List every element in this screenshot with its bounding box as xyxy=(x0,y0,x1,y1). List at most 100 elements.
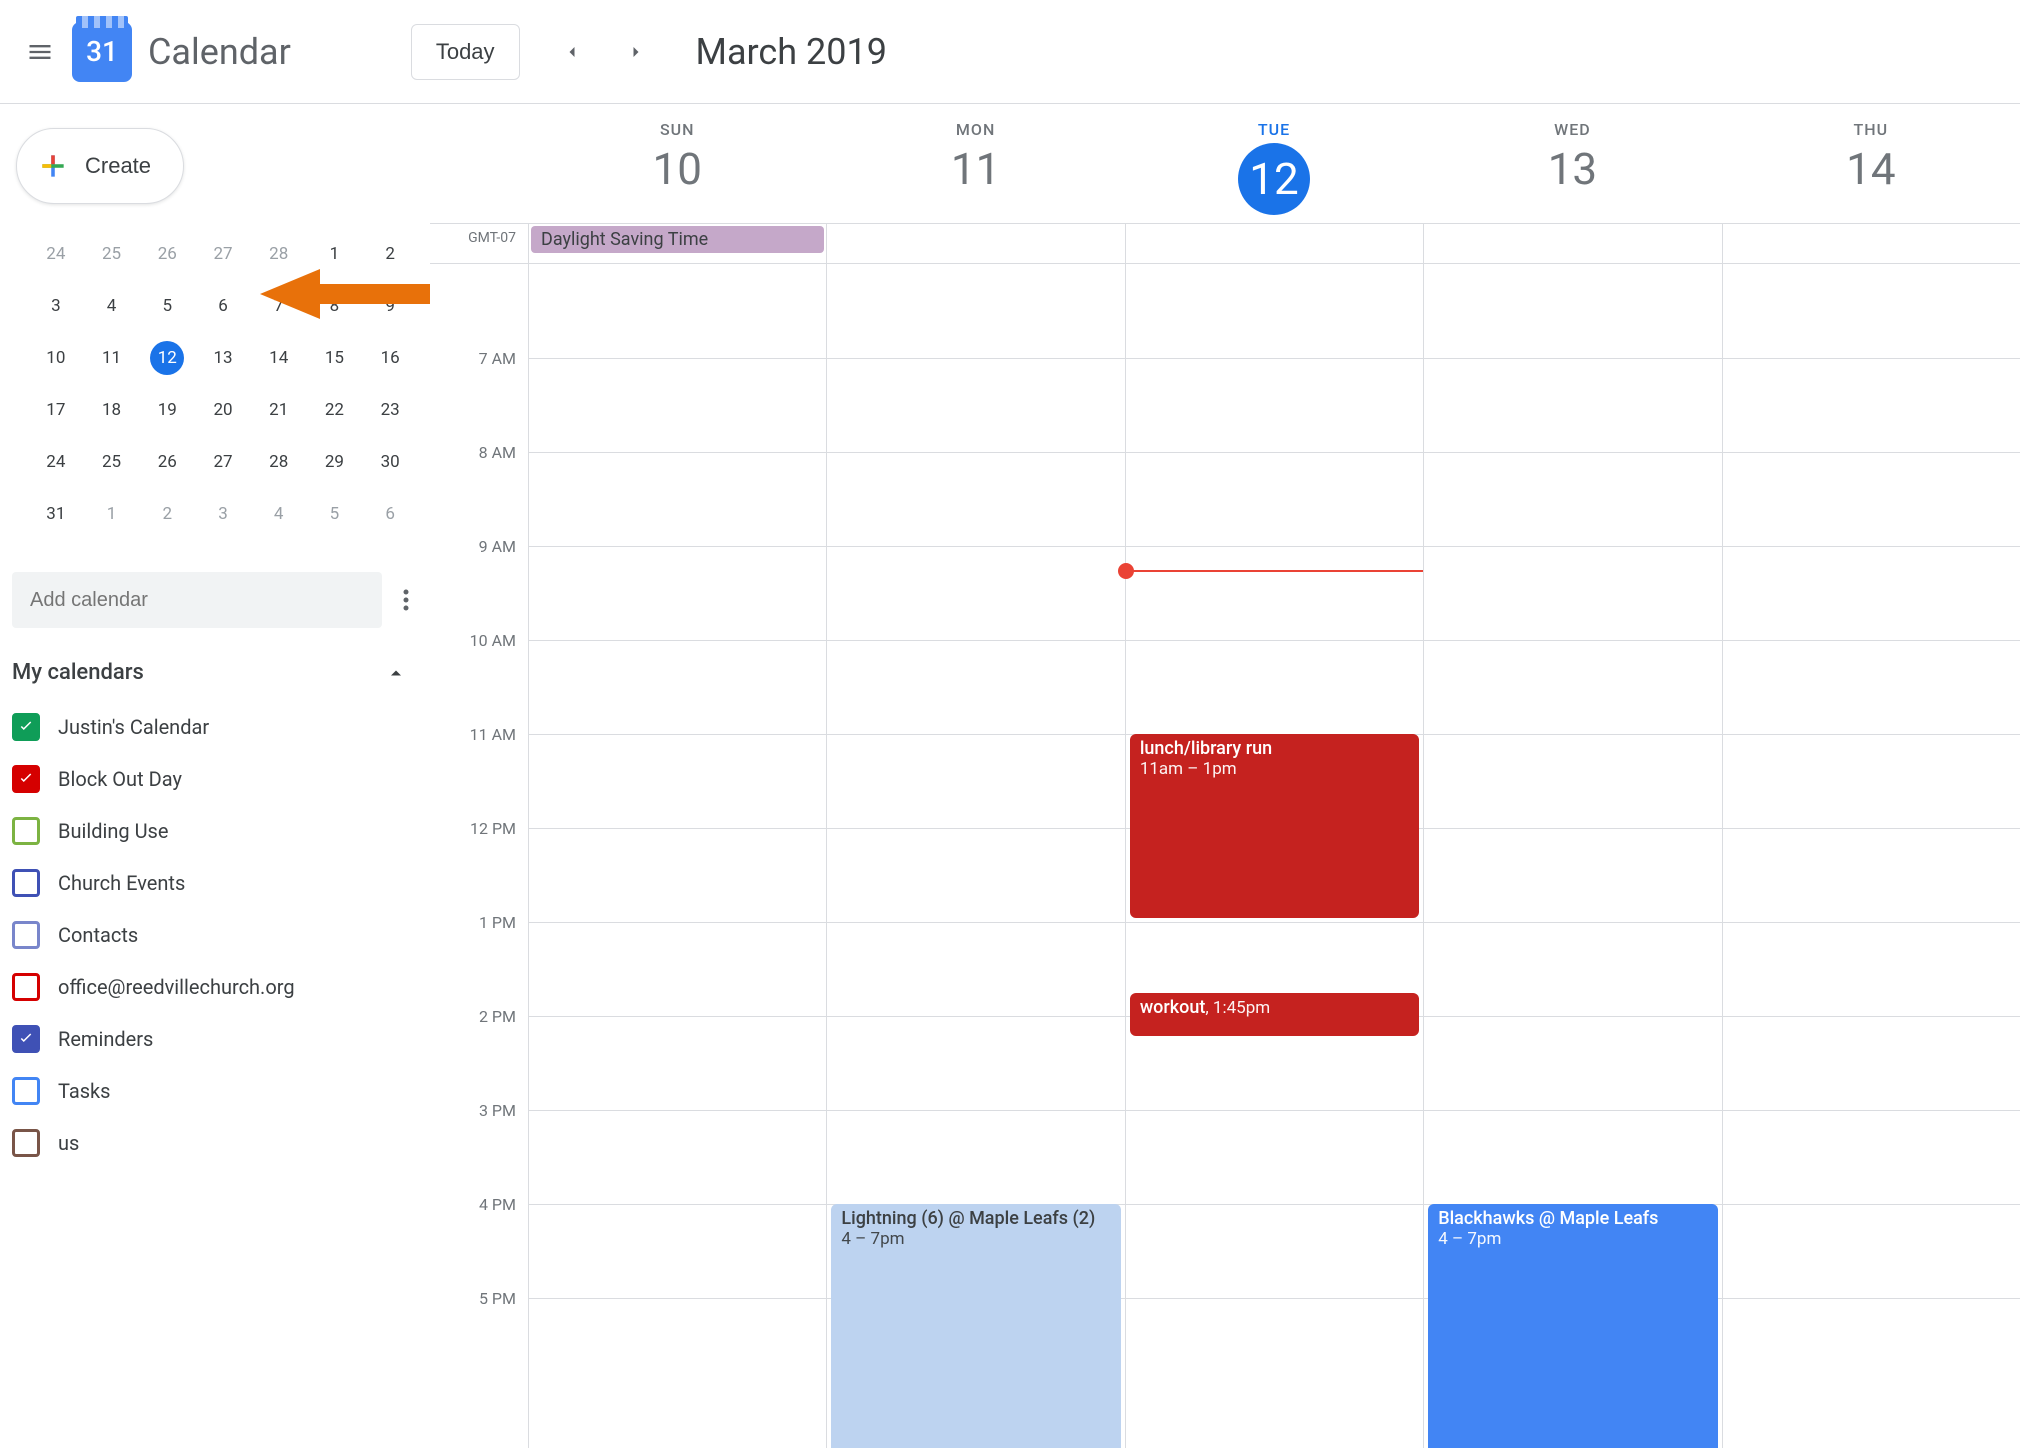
mini-cal-day[interactable]: 27 xyxy=(195,228,251,280)
calendar-checkbox[interactable] xyxy=(12,765,40,793)
mini-cal-day[interactable]: 29 xyxy=(307,436,363,488)
mini-cal-day[interactable]: 17 xyxy=(28,384,84,436)
day-of-week-label: TUE xyxy=(1125,120,1423,139)
day-column-header[interactable]: MON11 xyxy=(826,104,1124,223)
mini-cal-day[interactable]: 28 xyxy=(251,228,307,280)
mini-cal-day[interactable]: 27 xyxy=(195,436,251,488)
mini-cal-day[interactable]: 31 xyxy=(28,488,84,540)
mini-cal-day[interactable]: 12 xyxy=(139,332,195,384)
mini-cal-day[interactable]: 26 xyxy=(139,228,195,280)
mini-cal-day[interactable]: 25 xyxy=(84,436,140,488)
mini-cal-day[interactable]: 1 xyxy=(307,228,363,280)
calendar-checkbox[interactable] xyxy=(12,1077,40,1105)
calendar-label: Reminders xyxy=(58,1027,153,1051)
mini-cal-day[interactable]: 20 xyxy=(195,384,251,436)
today-button[interactable]: Today xyxy=(411,24,520,80)
mini-calendar[interactable]: 2425262728123456789101112131415161718192… xyxy=(28,228,418,540)
allday-cell[interactable] xyxy=(1125,224,1423,263)
hour-gridline xyxy=(1126,922,1423,923)
mini-cal-day[interactable]: 4 xyxy=(84,280,140,332)
add-calendar-input[interactable] xyxy=(12,572,382,628)
calendar-list-item[interactable]: Contacts xyxy=(8,909,430,961)
mini-cal-day[interactable]: 30 xyxy=(362,436,418,488)
mini-cal-day[interactable]: 3 xyxy=(195,488,251,540)
mini-cal-day[interactable]: 18 xyxy=(84,384,140,436)
allday-cell[interactable] xyxy=(1722,224,2020,263)
hour-gridline xyxy=(1126,546,1423,547)
hour-gridline xyxy=(827,734,1124,735)
mini-cal-day[interactable]: 21 xyxy=(251,384,307,436)
calendar-event[interactable]: workout, 1:45pm xyxy=(1130,993,1419,1036)
calendar-event[interactable]: lunch/library run11am – 1pm xyxy=(1130,734,1419,918)
mini-cal-day[interactable]: 6 xyxy=(195,280,251,332)
day-column-header[interactable]: TUE12 xyxy=(1125,104,1423,223)
hour-gridline xyxy=(1126,640,1423,641)
mini-cal-day[interactable]: 15 xyxy=(307,332,363,384)
my-calendars-toggle[interactable]: My calendars xyxy=(8,652,430,693)
mini-cal-day[interactable]: 6 xyxy=(362,488,418,540)
mini-cal-day[interactable]: 13 xyxy=(195,332,251,384)
next-week-button[interactable] xyxy=(608,24,664,80)
calendar-checkbox[interactable] xyxy=(12,1025,40,1053)
add-calendar-overflow-button[interactable] xyxy=(382,588,430,612)
menu-button[interactable] xyxy=(16,28,64,76)
grid-day-column[interactable] xyxy=(528,264,826,1448)
calendar-list-item[interactable]: us xyxy=(8,1117,430,1169)
mini-cal-day[interactable]: 9 xyxy=(362,280,418,332)
allday-event[interactable]: Daylight Saving Time xyxy=(531,226,824,253)
calendar-label: us xyxy=(58,1131,79,1155)
mini-cal-day[interactable]: 7 xyxy=(251,280,307,332)
mini-cal-day[interactable]: 2 xyxy=(139,488,195,540)
calendar-list-item[interactable]: Church Events xyxy=(8,857,430,909)
prev-week-button[interactable] xyxy=(544,24,600,80)
grid-day-column[interactable] xyxy=(1722,264,2020,1448)
mini-cal-day[interactable]: 19 xyxy=(139,384,195,436)
calendar-list-item[interactable]: Building Use xyxy=(8,805,430,857)
grid-day-column[interactable]: lunch/library run11am – 1pm workout, 1:45… xyxy=(1125,264,1423,1448)
mini-cal-day[interactable]: 11 xyxy=(84,332,140,384)
calendar-checkbox[interactable] xyxy=(12,921,40,949)
mini-cal-day[interactable]: 24 xyxy=(28,436,84,488)
mini-cal-day[interactable]: 22 xyxy=(307,384,363,436)
day-column-header[interactable]: THU14 xyxy=(1722,104,2020,223)
day-column-header[interactable]: WED13 xyxy=(1423,104,1721,223)
mini-cal-day[interactable]: 5 xyxy=(139,280,195,332)
mini-cal-day[interactable]: 28 xyxy=(251,436,307,488)
hour-gridline xyxy=(529,734,826,735)
hour-label: 4 PM xyxy=(430,1195,528,1289)
mini-cal-day[interactable]: 14 xyxy=(251,332,307,384)
grid-day-column[interactable]: Blackhawks @ Maple Leafs4 – 7pm xyxy=(1423,264,1721,1448)
calendar-list-item[interactable]: Block Out Day xyxy=(8,753,430,805)
allday-cell[interactable] xyxy=(1423,224,1721,263)
mini-cal-day[interactable]: 26 xyxy=(139,436,195,488)
mini-cal-day[interactable]: 16 xyxy=(362,332,418,384)
calendar-checkbox[interactable] xyxy=(12,817,40,845)
mini-cal-day[interactable]: 5 xyxy=(307,488,363,540)
mini-cal-day[interactable]: 25 xyxy=(84,228,140,280)
calendar-list-item[interactable]: Justin's Calendar xyxy=(8,701,430,753)
mini-cal-day[interactable]: 24 xyxy=(28,228,84,280)
mini-cal-day[interactable]: 23 xyxy=(362,384,418,436)
calendar-list-item[interactable]: office@reedvillechurch.org xyxy=(8,961,430,1013)
hour-gridline xyxy=(1723,1204,2020,1205)
mini-cal-day[interactable]: 4 xyxy=(251,488,307,540)
allday-cell[interactable] xyxy=(826,224,1124,263)
calendar-checkbox[interactable] xyxy=(12,869,40,897)
calendar-list-item[interactable]: Reminders xyxy=(8,1013,430,1065)
mini-cal-day[interactable]: 2 xyxy=(362,228,418,280)
calendar-list-item[interactable]: Tasks xyxy=(8,1065,430,1117)
mini-cal-day[interactable]: 10 xyxy=(28,332,84,384)
mini-cal-day[interactable]: 8 xyxy=(307,280,363,332)
allday-cell[interactable]: Daylight Saving Time xyxy=(528,224,826,263)
calendar-event[interactable]: Lightning (6) @ Maple Leafs (2)4 – 7pm xyxy=(831,1204,1120,1448)
grid-day-column[interactable]: Lightning (6) @ Maple Leafs (2)4 – 7pm xyxy=(826,264,1124,1448)
calendar-checkbox[interactable] xyxy=(12,1129,40,1157)
hour-gridline xyxy=(1723,640,2020,641)
mini-cal-day[interactable]: 1 xyxy=(84,488,140,540)
create-button[interactable]: Create xyxy=(16,128,184,204)
day-column-header[interactable]: SUN10 xyxy=(528,104,826,223)
calendar-event[interactable]: Blackhawks @ Maple Leafs4 – 7pm xyxy=(1428,1204,1717,1448)
calendar-checkbox[interactable] xyxy=(12,713,40,741)
calendar-checkbox[interactable] xyxy=(12,973,40,1001)
mini-cal-day[interactable]: 3 xyxy=(28,280,84,332)
